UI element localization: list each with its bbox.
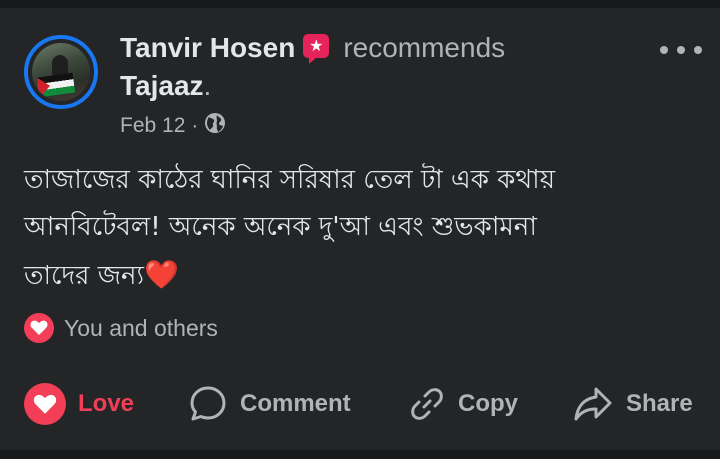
meta-separator: · [191, 114, 199, 137]
love-label: Love [78, 390, 135, 417]
author-name[interactable]: Tanvir Hosen [120, 32, 295, 64]
post-meta: Feb 12 · [120, 112, 226, 140]
post-body-line: তাদের জন্য [24, 261, 145, 291]
love-reaction-icon [24, 313, 54, 343]
post-body-line: আনবিটেবল! অনেক অনেক দু'আ এবং শুভকামনা [24, 212, 537, 242]
more-dot [660, 46, 668, 54]
more-dot [694, 46, 702, 54]
love-icon [24, 383, 66, 425]
heart-emoji: ❤️ [144, 258, 179, 291]
reaction-summary[interactable]: You and others [24, 312, 218, 344]
recommends-label: recommends [343, 32, 506, 63]
avatar-flag [36, 72, 76, 98]
bottom-divider [0, 450, 720, 459]
post-body-line-last: তাদের জন্য❤️ [24, 251, 704, 300]
page-suffix: . [203, 70, 212, 101]
post-body: তাজাজের কাঠের ঘানির সরিষার তেল টা এক কথা… [24, 157, 704, 300]
comment-icon [188, 384, 228, 424]
recommend-star-icon: ★ [303, 34, 330, 64]
top-divider [0, 0, 720, 8]
post-date[interactable]: Feb 12 [120, 114, 185, 138]
share-label: Share [626, 390, 693, 417]
globe-icon[interactable] [204, 112, 226, 140]
comment-button[interactable]: Comment [188, 376, 351, 432]
share-arrow-icon [572, 385, 614, 423]
reaction-text: You and others [64, 314, 218, 341]
link-icon [408, 385, 446, 423]
copy-button[interactable]: Copy [408, 376, 518, 432]
author-avatar[interactable] [24, 35, 98, 109]
avatar-photo [32, 43, 90, 101]
copy-label: Copy [458, 390, 518, 417]
more-options-icon[interactable] [660, 38, 702, 62]
page-name[interactable]: Tajaaz [120, 70, 204, 102]
action-bar: Love Comment Copy Share [0, 376, 720, 432]
love-button[interactable]: Love [24, 376, 134, 432]
comment-label: Comment [240, 390, 351, 417]
more-dot [677, 46, 685, 54]
share-button[interactable]: Share [572, 376, 693, 432]
post-header: Tanvir Hosen ★ recommends [120, 30, 505, 66]
post-body-line: তাজাজের কাঠের ঘানির সরিষার তেল টা এক কথা… [24, 165, 556, 195]
page-line: Tajaaz . [120, 68, 211, 104]
